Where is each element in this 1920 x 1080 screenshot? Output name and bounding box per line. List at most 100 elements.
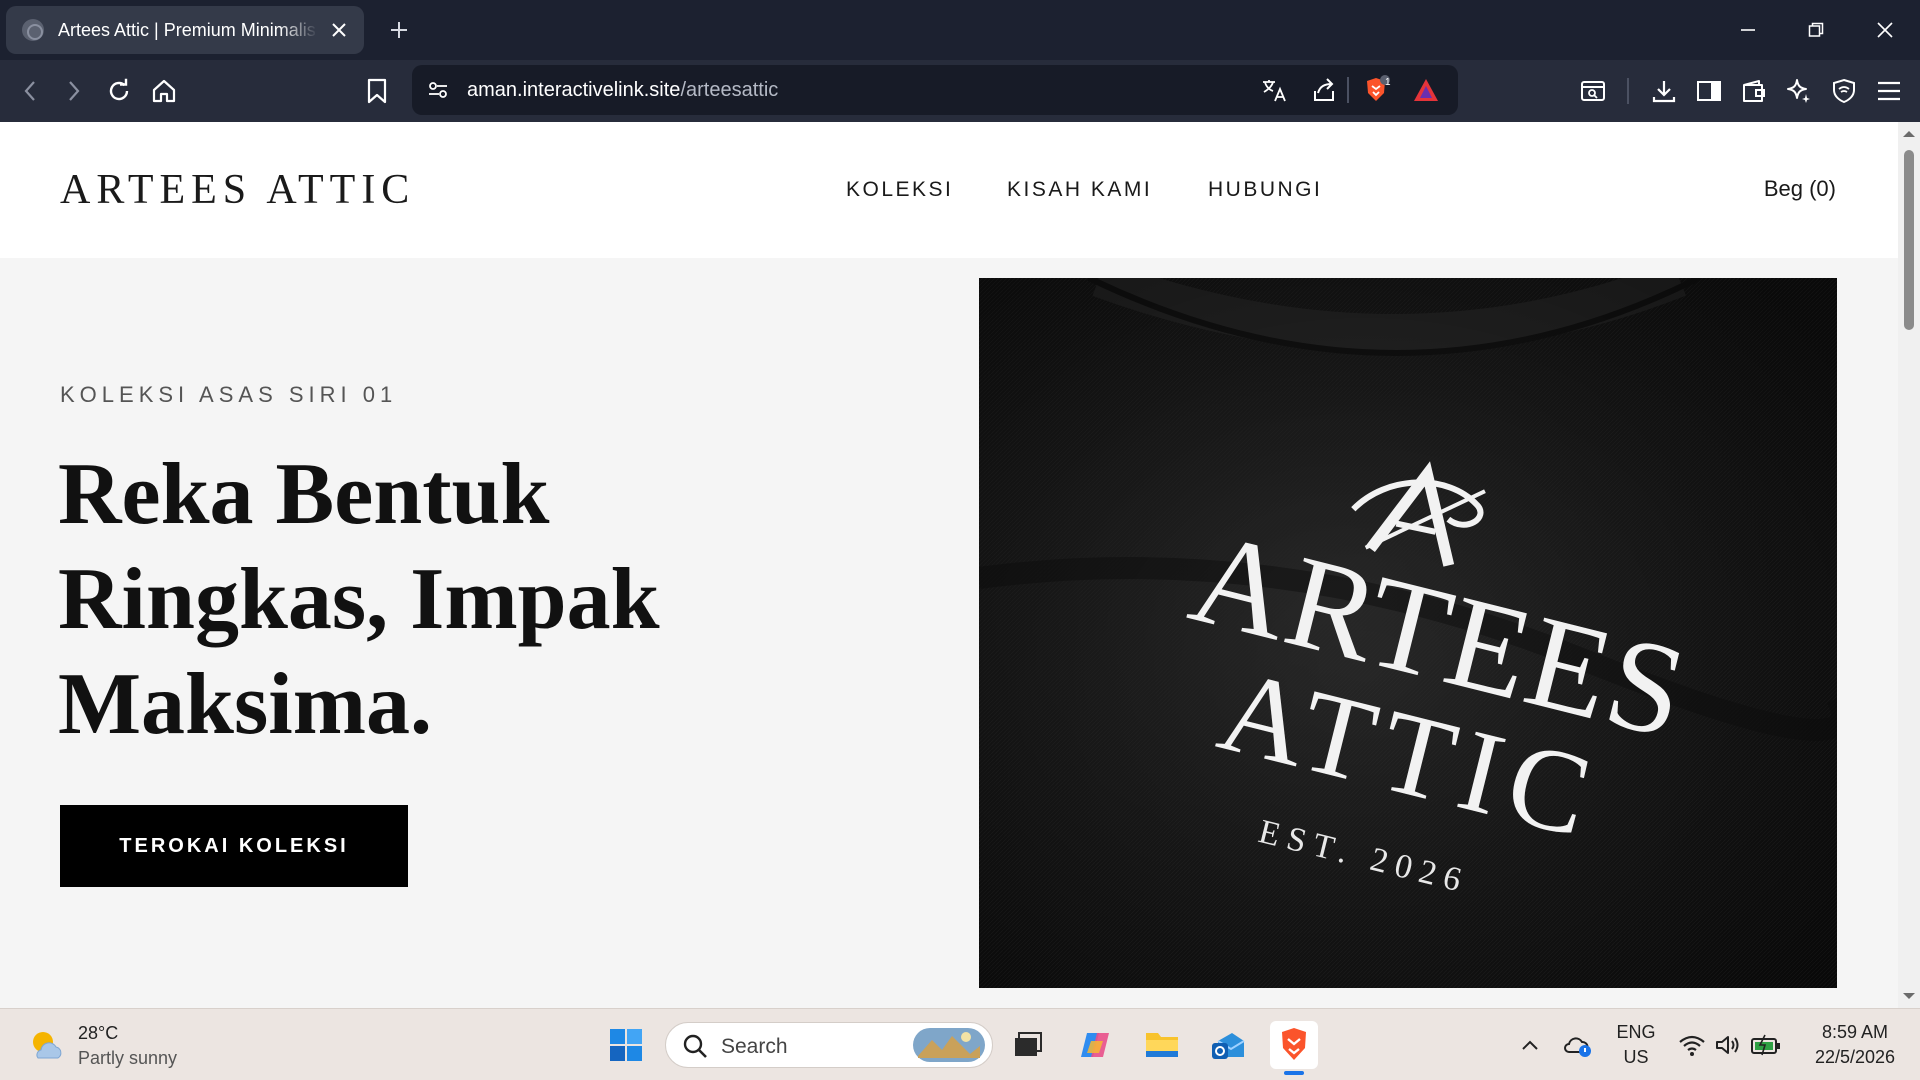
nav-kisah-kami[interactable]: KISAH KAMI <box>1007 178 1152 202</box>
taskbar-search[interactable]: Search <box>665 1022 993 1068</box>
menu-button[interactable] <box>1871 73 1907 109</box>
active-app-indicator <box>1284 1071 1304 1075</box>
cloud-sync-icon <box>1564 1037 1591 1057</box>
browser-toolbar: aman.interactivelink.site/arteesattic 1 <box>0 60 1920 122</box>
copilot-icon <box>1081 1033 1109 1057</box>
language-code: ENG <box>1616 1022 1656 1042</box>
bookmark-button[interactable] <box>359 73 395 109</box>
hero-tshirt-image: ARTEES ATTIC EST. 2026 <box>979 278 1837 988</box>
speaker-icon <box>1716 1036 1739 1054</box>
battery-status[interactable] <box>1744 1021 1788 1069</box>
downloads-button[interactable] <box>1646 73 1682 109</box>
search-placeholder: Search <box>721 1035 788 1058</box>
tab-strip: Artees Attic | Premium Minimalis <box>0 0 1920 60</box>
battery-charging-icon <box>1751 1034 1780 1056</box>
close-window-button[interactable] <box>1865 10 1905 50</box>
chevron-right-icon <box>69 81 80 101</box>
minimize-icon <box>1741 29 1755 31</box>
url-domain: aman.interactivelink.site <box>467 79 681 101</box>
wifi-icon <box>1679 1035 1705 1056</box>
sparkle-icon <box>1787 79 1810 103</box>
reload-icon <box>109 78 129 101</box>
task-view-icon <box>1015 1032 1042 1056</box>
reload-button[interactable] <box>101 73 137 109</box>
language-indicator[interactable]: ENG US <box>1612 1020 1660 1070</box>
show-hidden-icons-button[interactable] <box>1508 1021 1552 1069</box>
bookmark-icon <box>367 78 387 104</box>
explore-collection-button[interactable]: TEROKAI KOLEKSI <box>60 805 408 887</box>
brave-rewards-button[interactable] <box>1410 74 1442 106</box>
site-logo[interactable]: ARTEES ATTIC <box>60 166 415 214</box>
minimize-button[interactable] <box>1728 10 1768 50</box>
vpn-button[interactable] <box>1826 73 1862 109</box>
sidebar-icon <box>1697 81 1721 101</box>
taskbar-copilot[interactable] <box>1071 1021 1119 1069</box>
clock-time: 8:59 AM <box>1821 1022 1889 1042</box>
weather-condition: Partly sunny <box>78 1048 178 1068</box>
vpn-shield-icon <box>1833 78 1855 104</box>
close-tab-button[interactable] <box>324 15 354 45</box>
restore-button[interactable] <box>1796 10 1836 50</box>
page-viewport: ARTEES ATTIC KOLEKSI KISAH KAMI HUBUNGI … <box>0 122 1898 1008</box>
url-path: /arteesattic <box>680 79 779 101</box>
partly-sunny-icon <box>33 1032 62 1059</box>
nav-koleksi[interactable]: KOLEKSI <box>846 178 953 202</box>
wallet-button[interactable] <box>1736 73 1772 109</box>
taskbar-file-explorer[interactable] <box>1138 1021 1186 1069</box>
region-code: US <box>1623 1047 1649 1067</box>
plus-icon <box>391 22 407 38</box>
restore-icon <box>1808 22 1824 37</box>
translate-button[interactable] <box>1258 74 1290 106</box>
taskbar-outlook[interactable] <box>1204 1021 1252 1069</box>
leo-ai-button[interactable] <box>1781 73 1817 109</box>
home-button[interactable] <box>146 73 182 109</box>
globe-icon <box>22 19 44 41</box>
site-info-icon[interactable] <box>422 74 454 106</box>
share-icon <box>1314 78 1334 101</box>
start-button[interactable] <box>602 1021 650 1069</box>
clock[interactable]: 8:59 AM 22/5/2026 <box>1800 1020 1910 1070</box>
outlook-icon <box>1212 1033 1245 1059</box>
scrollbar-thumb[interactable] <box>1904 150 1914 330</box>
hamburger-icon <box>1878 81 1900 101</box>
nav-hubungi[interactable]: HUBUNGI <box>1208 178 1322 202</box>
sidebar-button[interactable] <box>1691 73 1727 109</box>
new-tab-button[interactable] <box>384 15 414 45</box>
scroll-up-arrow-icon[interactable] <box>1898 126 1920 142</box>
home-icon <box>152 79 176 103</box>
wallet-icon <box>1743 80 1765 102</box>
weather-widget[interactable]: 28°C Partly sunny <box>28 1021 177 1071</box>
reader-mode-button[interactable] <box>1575 73 1611 109</box>
taskbar-task-view[interactable] <box>1003 1021 1051 1069</box>
page-scrollbar[interactable] <box>1898 122 1920 1008</box>
back-button[interactable] <box>12 73 48 109</box>
download-icon <box>1652 81 1676 103</box>
rewards-triangle-icon <box>1414 79 1438 101</box>
chevron-left-icon <box>24 81 35 101</box>
reader-mode-icon <box>1581 81 1605 101</box>
onedrive-tray-icon[interactable] <box>1556 1021 1600 1069</box>
windows-taskbar: 28°C Partly sunny Search ENG US 8:59 AM … <box>0 1008 1920 1080</box>
clock-date: 22/5/2026 <box>1814 1047 1896 1067</box>
site-header: ARTEES ATTIC KOLEKSI KISAH KAMI HUBUNGI … <box>0 122 1898 258</box>
brave-shields-button[interactable]: 1 <box>1360 74 1392 106</box>
temperature: 28°C <box>78 1023 119 1043</box>
taskbar-brave[interactable] <box>1270 1021 1318 1075</box>
windows-logo-icon <box>610 1029 642 1061</box>
shields-count: 1 <box>1385 77 1391 88</box>
scroll-down-arrow-icon[interactable] <box>1898 988 1920 1004</box>
close-icon <box>332 23 346 37</box>
url-text[interactable]: aman.interactivelink.site/arteesattic <box>467 79 778 102</box>
search-icon <box>683 1034 707 1058</box>
search-highlight-icon <box>913 1028 985 1062</box>
forward-button[interactable] <box>56 73 92 109</box>
cart-link[interactable]: Beg (0) <box>1764 176 1836 202</box>
hero-headline: Reka Bentuk Ringkas, Impak Maksima. <box>58 446 660 753</box>
active-tab[interactable]: Artees Attic | Premium Minimalis <box>6 6 364 54</box>
brave-lion-icon <box>1282 1028 1306 1060</box>
share-button[interactable] <box>1308 74 1340 106</box>
divider <box>1347 77 1349 103</box>
folder-icon <box>1146 1033 1178 1057</box>
translate-icon <box>1263 80 1286 102</box>
address-bar[interactable]: aman.interactivelink.site/arteesattic 1 <box>412 65 1458 115</box>
